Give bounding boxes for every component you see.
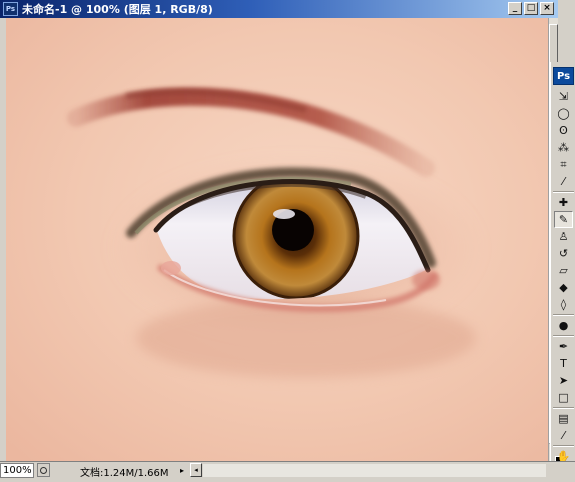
dodge-tool[interactable]: ●	[554, 317, 573, 334]
eyedropper-tool[interactable]: ⁄	[554, 427, 573, 444]
tool-separator	[553, 445, 574, 447]
lasso-tool[interactable]: ʘ	[554, 122, 573, 139]
maximize-button[interactable]: □	[524, 2, 538, 15]
status-menu-arrow-icon[interactable]: ▸	[177, 464, 187, 476]
slice-tool[interactable]: ⁄	[554, 173, 573, 190]
tool-separator	[553, 191, 574, 193]
shape-tool[interactable]: □	[554, 389, 573, 406]
horizontal-scroll-track[interactable]	[203, 464, 546, 477]
healing-brush-tool[interactable]: ✚	[554, 194, 573, 211]
type-tool[interactable]: T	[554, 355, 573, 372]
document-size-info: 文档:1.24M/1.66M	[80, 468, 169, 479]
tool-separator	[553, 335, 574, 337]
pen-tool[interactable]: ✒	[554, 338, 573, 355]
scroll-left-button[interactable]: ◂	[190, 463, 202, 477]
document-canvas[interactable]	[6, 18, 548, 461]
document-title: 未命名-1 @ 100% (图层 1, RGB/8)	[22, 3, 213, 16]
eye-painting	[6, 18, 548, 461]
path-selection-tool[interactable]: ➤	[554, 372, 573, 389]
status-bar: 100% 文档:1.24M/1.66M ▸ ◂	[0, 461, 575, 479]
tool-separator	[553, 407, 574, 409]
navigator-button[interactable]	[37, 463, 50, 477]
photoshop-logo[interactable]: Ps	[553, 67, 574, 85]
eraser-tool[interactable]: ▱	[554, 262, 573, 279]
paint-bucket-tool[interactable]: ◆	[554, 279, 573, 296]
clone-stamp-tool[interactable]: ♙	[554, 228, 573, 245]
tool-separator	[553, 314, 574, 316]
circle-icon	[40, 466, 47, 474]
close-button[interactable]: ×	[540, 2, 554, 15]
crop-tool[interactable]: ⌗	[554, 156, 573, 173]
brush-tool[interactable]: ✎	[554, 211, 573, 228]
marquee-tool[interactable]: ◯	[554, 105, 573, 122]
document-title-bar[interactable]: Ps 未命名-1 @ 100% (图层 1, RGB/8) _ □ ×	[0, 0, 558, 18]
photoshop-doc-icon: Ps	[3, 2, 18, 16]
magic-wand-tool[interactable]: ⁂	[554, 139, 573, 156]
tools-panel: Ps ⇲◯ʘ⁂⌗⁄✚✎♙↺▱◆◊●✒T➤□▤⁄✋⚲	[550, 62, 575, 480]
history-brush-tool[interactable]: ↺	[554, 245, 573, 262]
zoom-level-field[interactable]: 100%	[0, 463, 34, 478]
blur-tool[interactable]: ◊	[554, 296, 573, 313]
minimize-button[interactable]: _	[508, 2, 522, 15]
notes-tool[interactable]: ▤	[554, 410, 573, 427]
move-tool[interactable]: ⇲	[554, 88, 573, 105]
